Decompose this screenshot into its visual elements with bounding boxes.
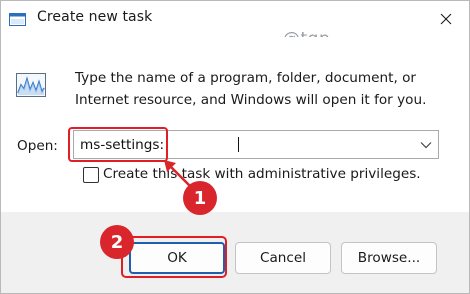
dialog-description: Type the name of a program, folder, docu… [75,70,427,108]
open-dropdown-button[interactable] [418,137,434,153]
task-manager-icon [16,73,46,97]
cancel-button[interactable]: Cancel [235,242,331,274]
step-2-badge: 2 [100,225,134,259]
step-1-badge: 1 [183,181,217,215]
input-highlight-box [68,127,168,162]
ok-highlight-box [121,236,227,278]
close-button[interactable] [433,7,459,31]
dialog-content: Type the name of a program, folder, docu… [1,37,469,212]
chevron-down-icon [420,142,432,149]
window-title: Create new task [37,9,153,25]
browse-button[interactable]: Browse... [341,242,437,274]
window-icon [9,11,26,26]
admin-privileges-checkbox[interactable] [83,167,99,183]
text-caret [238,137,239,152]
close-icon [440,13,452,25]
open-label: Open: [17,138,58,154]
button-bar: OK Cancel Browse... [1,212,469,293]
title-bar: Create new task [1,1,469,37]
admin-privileges-label[interactable]: Create this task with administrative pri… [103,166,421,182]
